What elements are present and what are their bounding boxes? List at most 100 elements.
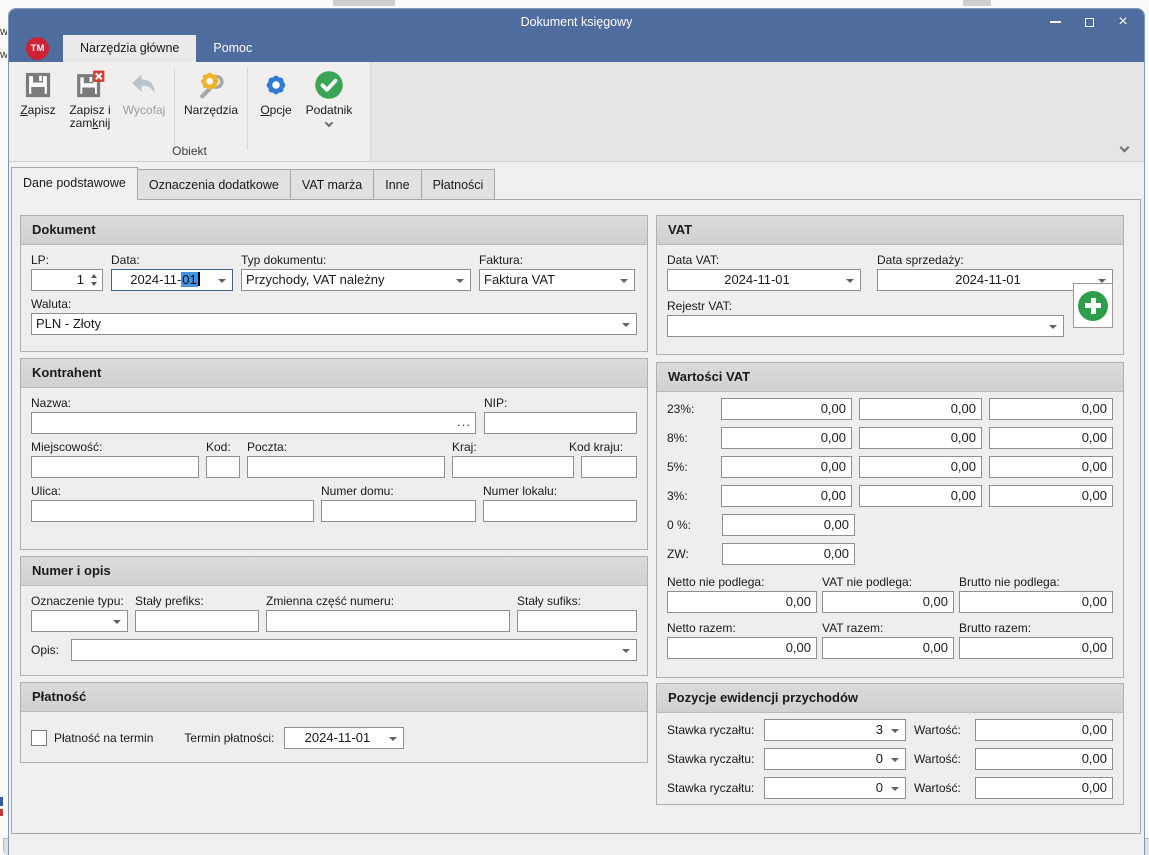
vat-rate-label: 5%: (667, 456, 714, 478)
ribbon-group-label: Obiekt (9, 144, 370, 158)
add-rejestr-button[interactable] (1073, 283, 1113, 328)
tools-button[interactable]: Narzędzia (180, 68, 242, 117)
taxpayer-button[interactable]: Podatnik (299, 68, 359, 126)
staly-prefiks-input[interactable] (135, 610, 259, 632)
ribbon-collapse-chevron-icon[interactable] (1120, 143, 1130, 153)
vat-23-brutto-input[interactable]: 0,00 (989, 398, 1113, 420)
termin-platnosci-date-picker[interactable]: 2024-11-01 (284, 727, 404, 749)
ribbon-tab-narzedzia-glowne[interactable]: Narzędzia główne (63, 35, 196, 62)
vat-zw-netto-input[interactable]: 0,00 (722, 543, 855, 565)
background-fragment (963, 0, 991, 6)
tab-dane-podstawowe[interactable]: Dane podstawowe (11, 167, 138, 200)
tab-oznaczenia-dodatkowe[interactable]: Oznaczenia dodatkowe (138, 169, 291, 200)
ribbon-tab-pomoc[interactable]: Pomoc (196, 35, 269, 62)
stawka-ryczaltu-label: Stawka ryczałtu: (667, 751, 764, 767)
rejestr-vat-select[interactable] (667, 315, 1064, 337)
brutto-razem-label: Brutto razem: (959, 620, 1113, 637)
vat-5-brutto-input[interactable]: 0,00 (989, 456, 1113, 478)
undo-label: Wycofaj (123, 104, 166, 117)
taxpayer-check-icon (314, 70, 344, 100)
vat-0-netto-input[interactable]: 0,00 (722, 514, 855, 536)
section-vat: VAT Data VAT: 2024-11-01 Data sprzedaży:… (656, 215, 1124, 355)
tab-inne[interactable]: Inne (374, 169, 421, 200)
background-text-fragment: w (0, 49, 7, 61)
save-button[interactable]: Zapisz (15, 68, 61, 117)
app-logo[interactable]: TM (26, 37, 49, 60)
kod-label: Kod: (206, 439, 240, 456)
waluta-label: Waluta: (31, 296, 637, 313)
typ-dokumentu-label: Typ dokumentu: (241, 252, 471, 269)
spinner-down-icon[interactable] (91, 282, 97, 286)
wartosc-input-3[interactable]: 0,00 (975, 777, 1113, 799)
background-fragment (333, 0, 395, 6)
data-vat-date-picker[interactable]: 2024-11-01 (667, 269, 861, 291)
numer-lokalu-input[interactable] (483, 500, 637, 522)
stawka-ryczaltu-label: Stawka ryczałtu: (667, 780, 764, 796)
browse-button[interactable]: ... (457, 413, 471, 431)
stawka-ryczaltu-select-1[interactable]: 3 (764, 719, 906, 741)
undo-button: Wycofaj (119, 68, 169, 117)
vat-23-vat-input[interactable]: 0,00 (859, 398, 982, 420)
dropdown-arrow-icon (389, 737, 397, 741)
brutto-nie-podlega-input[interactable]: 0,00 (959, 591, 1113, 613)
stawka-ryczaltu-select-3[interactable]: 0 (764, 777, 906, 799)
minimize-button[interactable] (1038, 10, 1072, 34)
waluta-select[interactable]: PLN - Złoty (31, 313, 637, 335)
close-button[interactable]: × (1106, 10, 1140, 34)
miejscowosc-input[interactable] (31, 456, 199, 478)
section-header: Płatność (21, 683, 647, 712)
faktura-select[interactable]: Faktura VAT (479, 269, 635, 291)
stawka-ryczaltu-select-2[interactable]: 0 (764, 748, 906, 770)
save-and-close-button[interactable]: Zapisz i zamknij (61, 68, 119, 130)
vat-8-vat-input[interactable]: 0,00 (859, 427, 982, 449)
oznaczenie-typu-select[interactable] (31, 610, 128, 632)
title-bar[interactable]: Dokument księgowy × (9, 9, 1144, 35)
vat-5-netto-input[interactable]: 0,00 (721, 456, 852, 478)
tab-vat-marza[interactable]: VAT marża (291, 169, 374, 200)
staly-sufiks-label: Stały sufiks: (517, 593, 637, 610)
page-tab-strip: Dane podstawowe Oznaczenia dodatkowe VAT… (11, 167, 495, 200)
staly-sufiks-input[interactable] (517, 610, 637, 632)
section-header: Dokument (21, 216, 647, 245)
vat-23-netto-input[interactable]: 0,00 (721, 398, 852, 420)
nazwa-input[interactable]: ... (31, 412, 476, 434)
numer-lokalu-label: Numer lokalu: (483, 483, 637, 500)
options-button[interactable]: Opcje (253, 68, 299, 117)
kod-input[interactable] (206, 456, 240, 478)
wartosc-input-1[interactable]: 0,00 (975, 719, 1113, 741)
opis-select[interactable] (71, 639, 637, 661)
tab-platnosci[interactable]: Płatności (422, 169, 496, 200)
kod-kraju-input[interactable] (581, 456, 637, 478)
brutto-razem-input[interactable]: 0,00 (959, 637, 1113, 659)
platnosc-na-termin-checkbox[interactable] (31, 730, 47, 746)
ulica-input[interactable] (31, 500, 314, 522)
vat-3-netto-input[interactable]: 0,00 (721, 485, 852, 507)
vat-8-netto-input[interactable]: 0,00 (721, 427, 852, 449)
vat-razem-input[interactable]: 0,00 (822, 637, 954, 659)
poczta-input[interactable] (247, 456, 445, 478)
vat-nie-podlega-input[interactable]: 0,00 (822, 591, 954, 613)
vat-5-vat-input[interactable]: 0,00 (859, 456, 982, 478)
nip-input[interactable] (484, 412, 637, 434)
typ-dokumentu-select[interactable]: Przychody, VAT należny (241, 269, 471, 291)
vat-3-brutto-input[interactable]: 0,00 (989, 485, 1113, 507)
kraj-input[interactable] (452, 456, 574, 478)
lp-spinner[interactable]: 1 (31, 269, 103, 291)
wartosc-label: Wartość: (914, 780, 969, 796)
wartosc-input-2[interactable]: 0,00 (975, 748, 1113, 770)
date-selected-text: 01 (181, 272, 197, 287)
data-date-picker[interactable]: 2024-11-01 (111, 269, 233, 291)
data-vat-label: Data VAT: (667, 252, 861, 269)
section-header: Wartości VAT (657, 363, 1123, 392)
zmienna-czesc-input[interactable] (266, 610, 510, 632)
vat-3-vat-input[interactable]: 0,00 (859, 485, 982, 507)
maximize-button[interactable] (1072, 10, 1106, 34)
spinner-up-icon[interactable] (91, 274, 97, 278)
zmienna-czesc-label: Zmienna część numeru: (266, 593, 510, 610)
vat-rate-label: 23%: (667, 398, 714, 420)
numer-domu-input[interactable] (321, 500, 476, 522)
netto-nie-podlega-input[interactable]: 0,00 (667, 591, 817, 613)
vat-8-brutto-input[interactable]: 0,00 (989, 427, 1113, 449)
waluta-value: PLN - Złoty (36, 316, 101, 331)
netto-razem-input[interactable]: 0,00 (667, 637, 817, 659)
